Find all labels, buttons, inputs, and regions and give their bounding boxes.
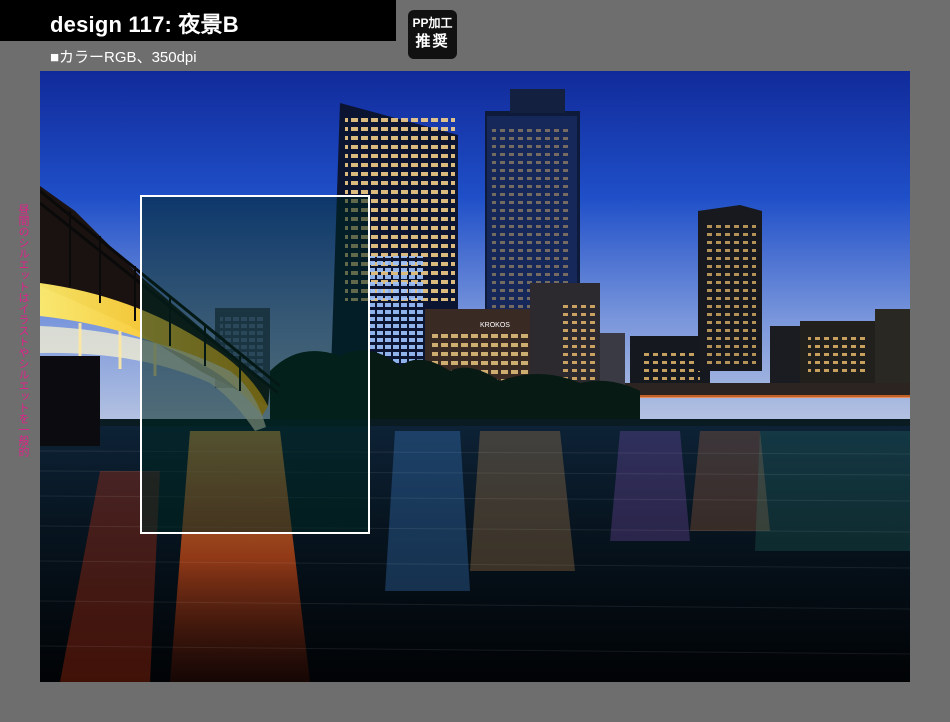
badge-line-2: 推奨 (415, 33, 450, 50)
page-title: design 117: 夜景B (50, 12, 239, 37)
text-area-frame (140, 195, 370, 534)
building-sign: KROKOS (480, 322, 510, 329)
pp-recommended-badge: PP加工 推奨 (408, 10, 457, 59)
side-note-vertical: 昼間のシルエットはイラストやシルエットを一般的 (17, 204, 29, 457)
badge-line-1: PP加工 (412, 16, 453, 30)
color-spec-subtitle: ■カラーRGB、350dpi (50, 49, 197, 66)
title-bar: design 117: 夜景B (0, 0, 396, 41)
